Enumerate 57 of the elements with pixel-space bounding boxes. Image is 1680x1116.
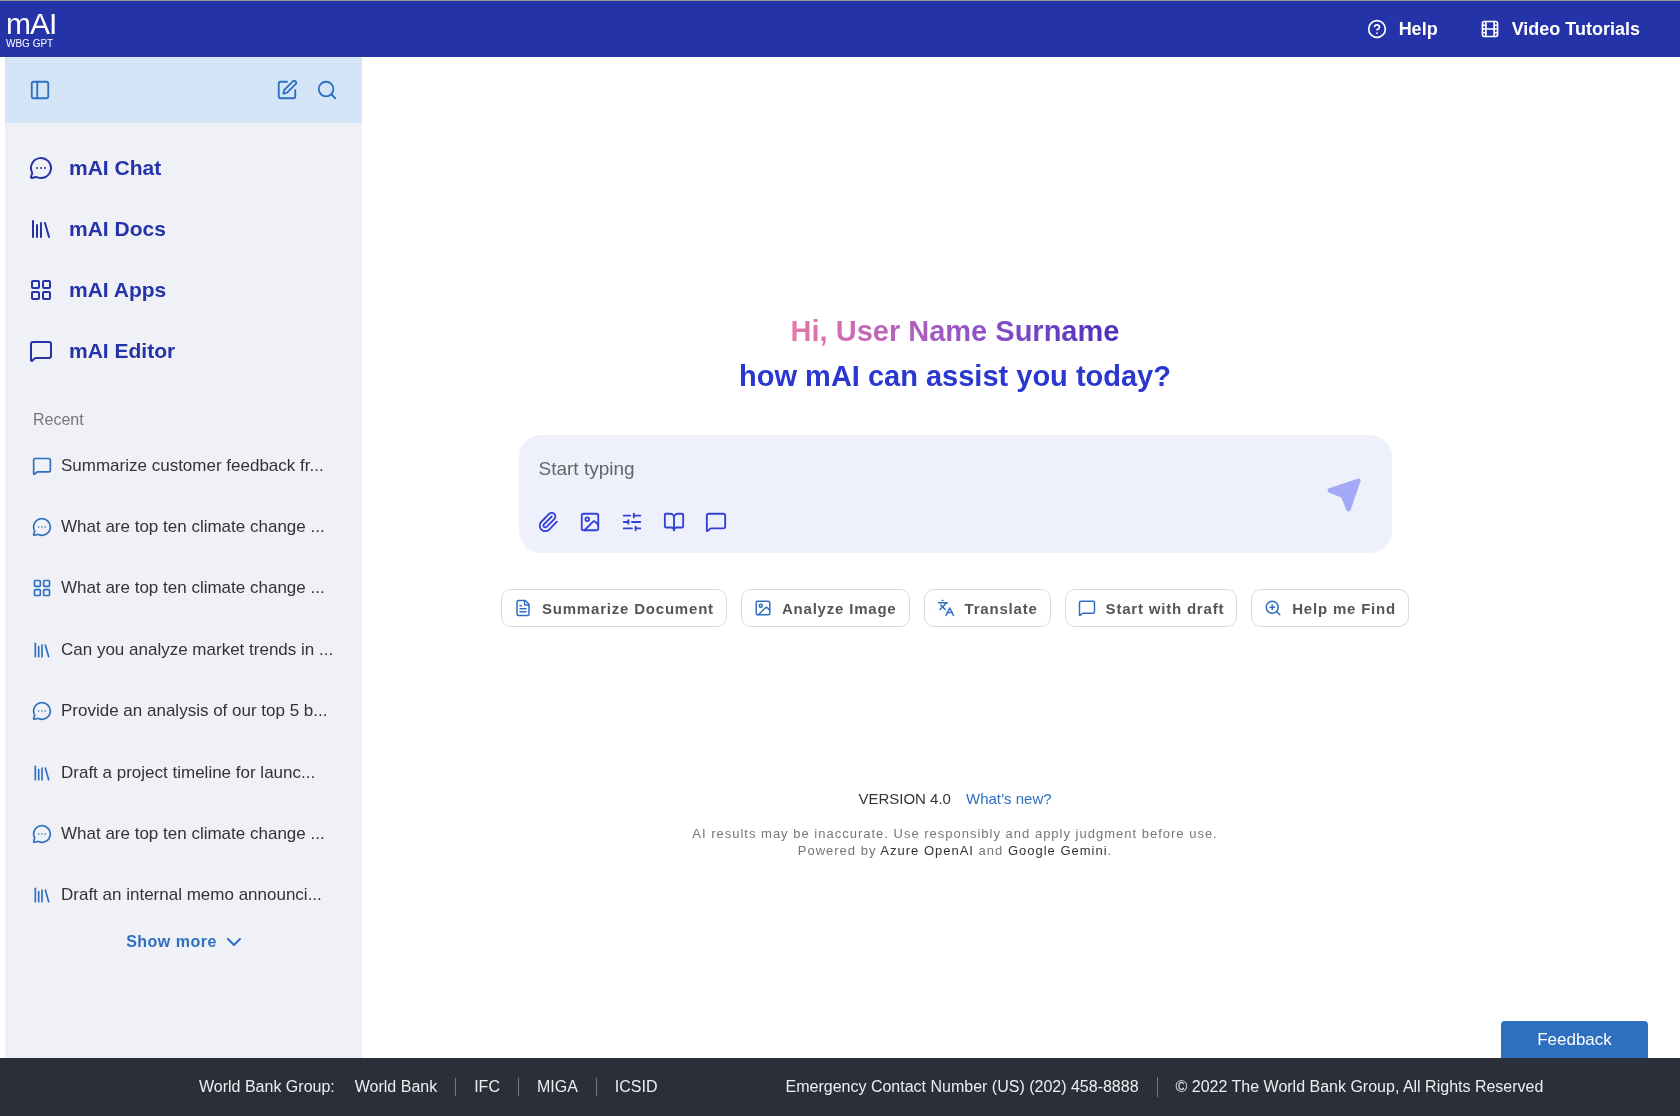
sidebar-nav-item[interactable]: mAI Editor	[29, 320, 362, 381]
disclaimer-text: AI results may be inaccurate. Use responsibly and apply judgment before use.	[692, 826, 1218, 841]
footer-link[interactable]: MIGA	[517, 1078, 596, 1096]
chat-bubble-icon	[29, 155, 53, 180]
zoom-search-icon	[1264, 599, 1283, 617]
app-logo[interactable]: mAI WBG GPT	[6, 9, 57, 49]
sidebar-nav-item[interactable]: mAI Chat	[29, 137, 362, 198]
footer-label: World Bank Group:	[199, 1078, 335, 1096]
sidebar-toggle-icon[interactable]	[29, 79, 51, 101]
suggestion-chip[interactable]: Help me Find	[1251, 589, 1409, 627]
recent-chat-item[interactable]: Provide an analysis of our top 5 b...	[5, 680, 362, 742]
copyright-text: © 2022 The World Bank Group, All Rights Reserved	[1175, 1078, 1544, 1096]
grid-icon	[29, 277, 53, 302]
sliders-icon[interactable]	[620, 511, 643, 533]
search-icon[interactable]	[316, 79, 338, 101]
recent-chat-item[interactable]: Draft a project timeline for launc...	[5, 741, 362, 804]
help-icon	[1366, 19, 1387, 39]
powered-by-text: Powered by Azure OpenAI and Google Gemini.	[797, 843, 1113, 858]
chat-bubble-icon	[32, 824, 52, 845]
footer-link[interactable]: World Bank	[354, 1078, 456, 1096]
feedback-button[interactable]: Feedback	[1501, 1021, 1648, 1058]
suggestion-chip[interactable]: Start with draft	[1064, 589, 1238, 627]
recent-chat-item[interactable]: What are top ten climate change ...	[5, 557, 362, 620]
recent-chat-item[interactable]: Can you analyze market trends in ...	[5, 619, 362, 681]
show-more-button[interactable]: Show more	[120, 932, 247, 953]
emergency-contact-text: Emergency Contact Number (US) (202) 458-8888	[785, 1078, 1139, 1096]
sidebar-nav-item[interactable]: mAI Docs	[29, 198, 362, 259]
header-link[interactable]: Help	[1366, 18, 1438, 40]
image-icon[interactable]	[578, 511, 601, 533]
recent-chat-item[interactable]: Summarize customer feedback fr...	[5, 435, 362, 497]
message-square-icon[interactable]	[704, 511, 727, 533]
header-link[interactable]: Video Tutorials	[1479, 18, 1640, 40]
image-icon	[753, 599, 772, 617]
suggestion-chip[interactable]: Analyze Image	[740, 589, 910, 627]
footer-link[interactable]: ICSID	[595, 1078, 676, 1096]
document-icon	[513, 599, 532, 617]
translate-icon	[936, 599, 955, 617]
greeting-subtitle: how mAI can assist you today?	[739, 360, 1171, 393]
suggestion-chip[interactable]: Summarize Document	[500, 589, 727, 627]
sidebar-nav-item[interactable]: mAI Apps	[29, 259, 362, 320]
prompt-input[interactable]: Start typing	[536, 457, 1326, 481]
recent-heading: Recent	[32, 410, 85, 430]
film-icon	[1479, 19, 1500, 39]
recent-chat-item[interactable]: What are top ten climate change ...	[5, 496, 362, 558]
recent-chat-item[interactable]: Draft an internal memo announci...	[5, 864, 362, 927]
chevron-down-icon	[226, 938, 241, 947]
grid-icon	[32, 578, 52, 599]
book-icon[interactable]	[662, 511, 685, 533]
recent-chat-item[interactable]: What are top ten climate change ...	[5, 803, 362, 865]
version-label: VERSION 4.0	[858, 790, 951, 807]
chat-bubble-icon	[32, 701, 52, 722]
chat-bubble-icon	[32, 517, 52, 538]
new-chat-icon[interactable]	[276, 79, 298, 101]
paperclip-icon[interactable]	[536, 511, 559, 533]
whats-new-link[interactable]: What’s new?	[965, 790, 1052, 807]
footer-link[interactable]: IFC	[455, 1078, 518, 1096]
suggestion-chip[interactable]: Translate	[923, 589, 1051, 627]
